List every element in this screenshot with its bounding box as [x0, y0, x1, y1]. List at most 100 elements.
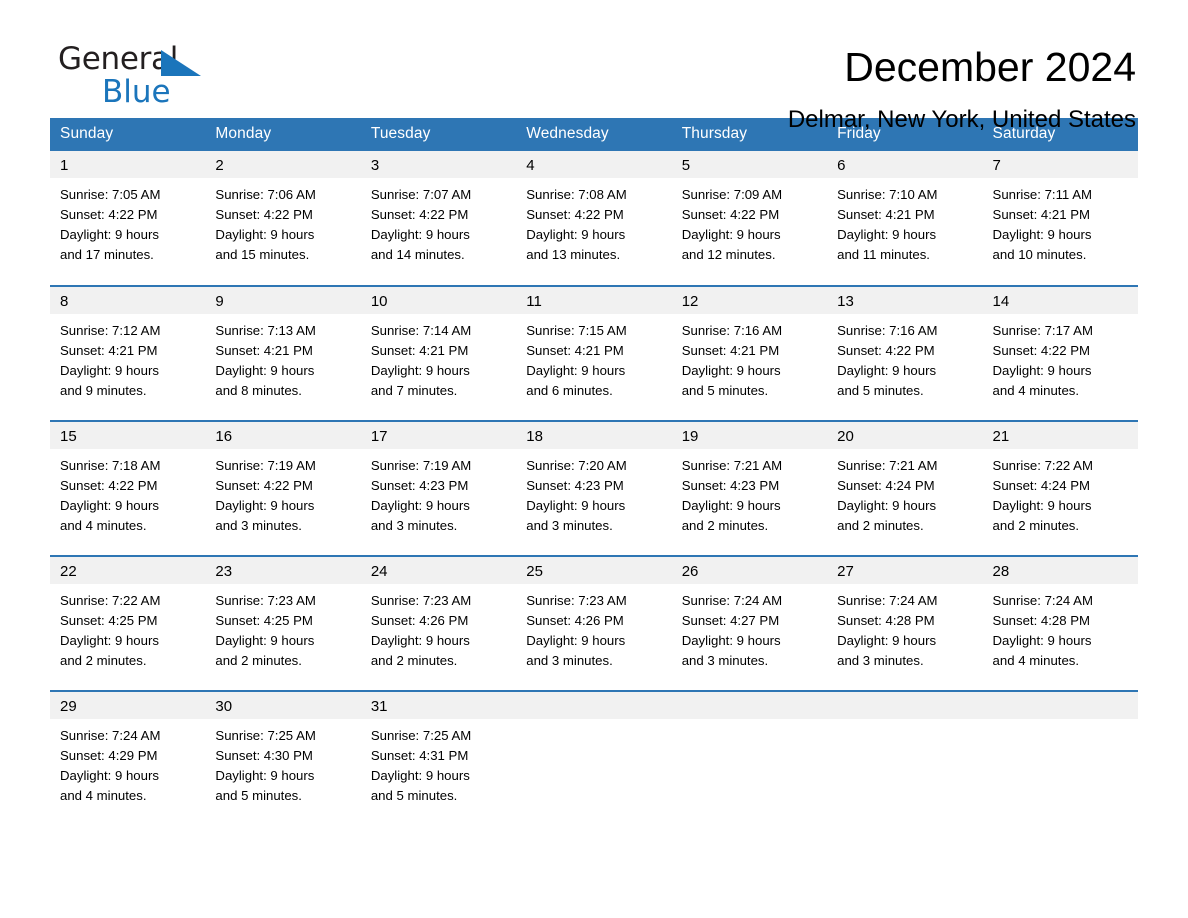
sunrise-time: Sunrise: 7:15 AM [526, 323, 627, 338]
calendar-day-cell[interactable]: 10 Sunrise: 7:14 AM Sunset: 4:21 PM Dayligh… [360, 285, 517, 421]
calendar-day-cell[interactable]: 4 Sunrise: 7:08 AM Sunset: 4:22 PM Daylight… [516, 151, 672, 286]
daylight-duration-line1: Daylight: 9 hours [992, 363, 1092, 378]
calendar-day-cell[interactable]: 1 Sunrise: 7:05 AM Sunset: 4:22 PM Daylight… [50, 151, 206, 286]
daylight-duration-line1: Daylight: 9 hours [681, 633, 781, 648]
calendar-day-cell[interactable]: 30 Sunrise: 7:25 AM Sunset: 4:30 PM Dayligh… [205, 690, 361, 826]
day-number: 22 [50, 557, 206, 584]
calendar-day-cell[interactable]: 31 Sunrise: 7:25 AM Sunset: 4:31 PM Dayligh… [360, 690, 517, 826]
daylight-duration-line2: and 4 minutes. [992, 653, 1080, 668]
sunrise-time: Sunrise: 7:23 AM [526, 593, 627, 608]
calendar-day-cell[interactable]: 21 Sunrise: 7:22 AM Sunset: 4:24 PM Dayligh… [982, 420, 1138, 556]
day-number [671, 692, 828, 719]
calendar-day-cell[interactable]: 12 Sunrise: 7:16 AM Sunset: 4:21 PM Dayligh… [671, 285, 828, 421]
daylight-duration-line2: and 3 minutes. [526, 518, 613, 533]
calendar-day-cell[interactable]: 22 Sunrise: 7:22 AM Sunset: 4:25 PM Dayligh… [50, 555, 206, 691]
daylight-duration-line2: and 12 minutes. [681, 247, 776, 262]
calendar-day-cell[interactable]: 11 Sunrise: 7:15 AM Sunset: 4:21 PM Dayligh… [516, 285, 672, 421]
calendar-day-cell[interactable]: 5 Sunrise: 7:09 AM Sunset: 4:22 PM Daylight… [671, 151, 828, 286]
generalblue-logo[interactable]: General Blue [58, 44, 208, 116]
calendar-day-cell[interactable]: 26 Sunrise: 7:24 AM Sunset: 4:27 PM Dayligh… [671, 555, 828, 691]
daylight-duration-line1: Daylight: 9 hours [837, 363, 937, 378]
sunset-time: Sunset: 4:24 PM [992, 478, 1091, 493]
day-number: 18 [516, 422, 672, 449]
daylight-duration-line2: and 2 minutes. [370, 653, 458, 668]
day-number: 15 [50, 422, 206, 449]
calendar-day-cell[interactable]: 9 Sunrise: 7:13 AM Sunset: 4:21 PM Daylight… [205, 285, 361, 421]
daylight-duration-line1: Daylight: 9 hours [215, 633, 315, 648]
sunrise-time: Sunrise: 7:24 AM [60, 728, 161, 743]
day-number: 21 [982, 422, 1138, 449]
calendar-day-cell[interactable]: 6 Sunrise: 7:10 AM Sunset: 4:21 PM Daylight… [827, 151, 983, 286]
sunrise-time: Sunrise: 7:21 AM [837, 458, 938, 473]
daylight-duration-line2: and 3 minutes. [370, 518, 458, 533]
calendar-day-cell[interactable]: 28 Sunrise: 7:24 AM Sunset: 4:28 PM Dayligh… [982, 555, 1138, 691]
daylight-duration-line1: Daylight: 9 hours [837, 227, 937, 242]
title-block: December 2024 Delmar, New York, United S… [788, 44, 1136, 134]
calendar-day-cell[interactable]: 23 Sunrise: 7:23 AM Sunset: 4:25 PM Dayligh… [205, 555, 361, 691]
day-details: Sunrise: 7:13 AM Sunset: 4:21 PM Daylight:… [205, 314, 360, 401]
calendar-day-cell[interactable]: 29 Sunrise: 7:24 AM Sunset: 4:29 PM Dayligh… [50, 690, 206, 826]
sunrise-time: Sunrise: 7:07 AM [370, 187, 472, 202]
daylight-duration-line1: Daylight: 9 hours [215, 227, 315, 242]
sunset-time: Sunset: 4:29 PM [60, 748, 158, 763]
daylight-duration-line1: Daylight: 9 hours [526, 363, 626, 378]
calendar-page: General Blue December 2024 Delmar, New Y… [0, 0, 1188, 918]
calendar-day-cell[interactable]: 2 Sunrise: 7:06 AM Sunset: 4:22 PM Daylight… [205, 151, 361, 286]
sunrise-time: Sunrise: 7:12 AM [60, 323, 161, 338]
day-details: Sunrise: 7:24 AM Sunset: 4:28 PM Daylight:… [983, 584, 1138, 671]
daylight-duration-line2: and 3 minutes. [837, 653, 924, 668]
day-number: 27 [827, 557, 983, 584]
sunrise-time: Sunrise: 7:05 AM [60, 187, 161, 202]
daylight-duration-line1: Daylight: 9 hours [60, 498, 159, 513]
sunset-time: Sunset: 4:24 PM [837, 478, 935, 493]
calendar-day-cell[interactable]: 18 Sunrise: 7:20 AM Sunset: 4:23 PM Dayligh… [516, 420, 672, 556]
daylight-duration-line2: and 2 minutes. [215, 653, 302, 668]
day-number: 9 [205, 287, 361, 314]
daylight-duration-line2: and 4 minutes. [60, 788, 147, 803]
sunset-time: Sunset: 4:22 PM [60, 478, 158, 493]
day-number: 14 [982, 287, 1138, 314]
calendar-day-cell[interactable]: 24 Sunrise: 7:23 AM Sunset: 4:26 PM Dayligh… [360, 555, 517, 691]
day-number: 10 [360, 287, 517, 314]
sunrise-time: Sunrise: 7:09 AM [681, 187, 783, 202]
day-details: Sunrise: 7:21 AM Sunset: 4:23 PM Daylight:… [672, 449, 827, 536]
sunset-time: Sunset: 4:21 PM [681, 343, 780, 358]
calendar-day-cell[interactable]: 27 Sunrise: 7:24 AM Sunset: 4:28 PM Dayligh… [827, 555, 983, 691]
sunrise-time: Sunrise: 7:22 AM [992, 458, 1093, 473]
sunset-time: Sunset: 4:22 PM [60, 207, 158, 222]
sunrise-time: Sunrise: 7:14 AM [370, 323, 472, 338]
daylight-duration-line2: and 3 minutes. [681, 653, 769, 668]
daylight-duration-line1: Daylight: 9 hours [215, 498, 315, 513]
calendar-day-cell[interactable]: 19 Sunrise: 7:21 AM Sunset: 4:23 PM Dayligh… [671, 420, 828, 556]
daylight-duration-line2: and 2 minutes. [837, 518, 924, 533]
calendar-day-cell[interactable]: 7 Sunrise: 7:11 AM Sunset: 4:21 PM Daylight… [982, 151, 1138, 286]
calendar-day-cell[interactable]: 15 Sunrise: 7:18 AM Sunset: 4:22 PM Dayligh… [50, 420, 206, 556]
calendar-day-cell[interactable]: 8 Sunrise: 7:12 AM Sunset: 4:21 PM Daylight… [50, 285, 206, 421]
calendar-week-row: 1 Sunrise: 7:05 AM Sunset: 4:22 PM Daylight… [50, 151, 1138, 286]
sunrise-time: Sunrise: 7:19 AM [370, 458, 472, 473]
sunrise-time: Sunrise: 7:24 AM [681, 593, 783, 608]
day-details: Sunrise: 7:08 AM Sunset: 4:22 PM Daylight:… [516, 178, 671, 265]
day-number [516, 692, 672, 719]
daylight-duration-line1: Daylight: 9 hours [370, 768, 470, 783]
calendar-day-cell[interactable]: 25 Sunrise: 7:23 AM Sunset: 4:26 PM Dayligh… [516, 555, 672, 691]
sunrise-time: Sunrise: 7:11 AM [992, 187, 1092, 202]
day-number [982, 692, 1138, 719]
day-details: Sunrise: 7:11 AM Sunset: 4:21 PM Daylight:… [983, 178, 1138, 265]
calendar-day-cell[interactable]: 3 Sunrise: 7:07 AM Sunset: 4:22 PM Daylight… [360, 151, 517, 286]
daylight-duration-line2: and 5 minutes. [681, 383, 769, 398]
calendar-day-cell[interactable]: 17 Sunrise: 7:19 AM Sunset: 4:23 PM Dayligh… [360, 420, 517, 556]
logo-text-blue: Blue [102, 74, 171, 110]
day-details: Sunrise: 7:16 AM Sunset: 4:22 PM Daylight:… [827, 314, 982, 401]
day-details: Sunrise: 7:21 AM Sunset: 4:24 PM Daylight:… [827, 449, 982, 536]
daylight-duration-line1: Daylight: 9 hours [992, 498, 1092, 513]
calendar-day-cell[interactable]: 14 Sunrise: 7:17 AM Sunset: 4:22 PM Dayligh… [982, 285, 1138, 421]
daylight-duration-line1: Daylight: 9 hours [215, 768, 315, 783]
day-number: 8 [50, 287, 206, 314]
calendar-day-cell[interactable]: 16 Sunrise: 7:19 AM Sunset: 4:22 PM Dayligh… [205, 420, 361, 556]
daylight-duration-line2: and 11 minutes. [837, 247, 930, 262]
sunrise-time: Sunrise: 7:22 AM [60, 593, 161, 608]
daylight-duration-line1: Daylight: 9 hours [60, 768, 159, 783]
calendar-day-cell[interactable]: 13 Sunrise: 7:16 AM Sunset: 4:22 PM Dayligh… [827, 285, 983, 421]
calendar-day-cell[interactable]: 20 Sunrise: 7:21 AM Sunset: 4:24 PM Dayligh… [827, 420, 983, 556]
